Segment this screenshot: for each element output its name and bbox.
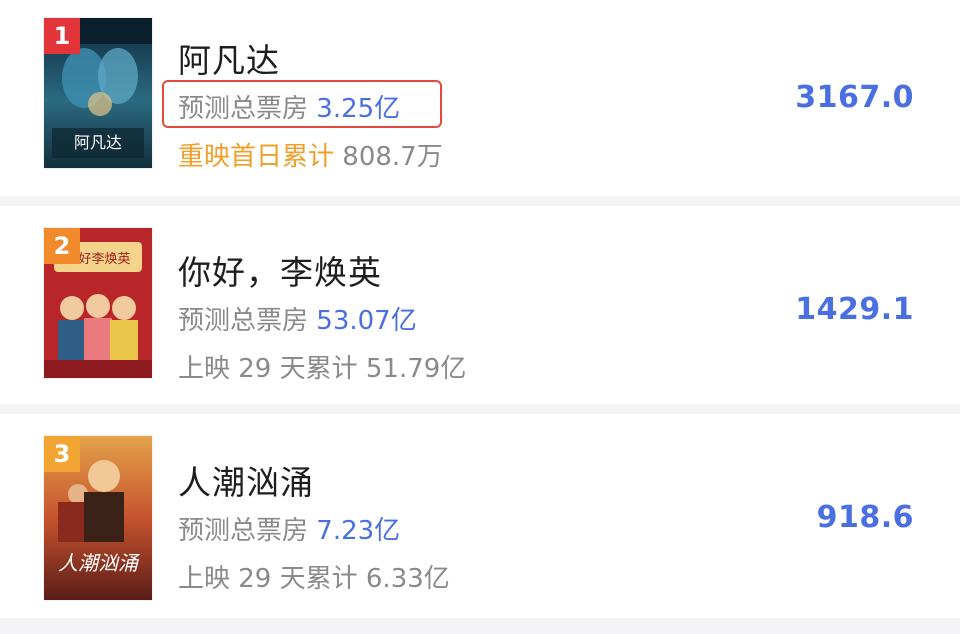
movie-poster[interactable]: 1 阿凡达: [44, 18, 152, 168]
box-office-list: 1 阿凡达 阿凡达 预测总票房 3.25亿 重映首日累计 808.7万 3167…: [0, 0, 960, 634]
rank-badge: 3: [44, 436, 80, 472]
forecast-box-office: 预测总票房 7.23亿: [178, 510, 400, 547]
forecast-value: 7.23亿: [316, 516, 401, 546]
cumulative-value: 51.79亿: [365, 354, 467, 384]
forecast-box-office: 预测总票房 53.07亿: [178, 300, 417, 337]
list-item[interactable]: 1 阿凡达 阿凡达 预测总票房 3.25亿 重映首日累计 808.7万 3167…: [0, 0, 960, 196]
movie-title[interactable]: 人潮汹涌: [178, 456, 314, 504]
cumulative-box-office: 上映 29 天累计 51.79亿: [178, 348, 466, 385]
forecast-label: 预测总票房: [178, 516, 309, 546]
forecast-label: 预测总票房: [178, 306, 309, 336]
rank-badge: 1: [44, 18, 80, 54]
cumulative-label: 上映 29 天累计: [178, 564, 358, 594]
forecast-value: 53.07亿: [316, 306, 417, 336]
score-value: 3167.0: [795, 80, 914, 115]
movie-poster[interactable]: 2 你好李焕英: [44, 228, 152, 378]
movie-title[interactable]: 阿凡达: [178, 34, 280, 82]
cumulative-value: 808.7万: [342, 142, 443, 172]
score-value: 918.6: [816, 500, 914, 535]
rank-badge: 2: [44, 228, 80, 264]
list-item[interactable]: 3 人潮汹涌 人潮汹涌 预测总票房 7.23亿 上映 29 天累计 6.33亿 …: [0, 414, 960, 618]
score-value: 1429.1: [795, 292, 914, 327]
svg-text:人潮汹涌: 人潮汹涌: [58, 551, 140, 575]
list-item[interactable]: 2 你好李焕英 你好，李焕英 预测总票房 53.07亿 上映 29 天累计 51…: [0, 206, 960, 404]
cumulative-box-office: 重映首日累计 808.7万: [178, 136, 443, 173]
cumulative-label: 上映 29 天累计: [178, 354, 358, 384]
cumulative-box-office: 上映 29 天累计 6.33亿: [178, 558, 450, 595]
svg-text:阿凡达: 阿凡达: [74, 133, 122, 152]
cumulative-label: 重映首日累计: [178, 142, 335, 172]
highlight-annotation: [162, 80, 442, 128]
movie-poster[interactable]: 3 人潮汹涌: [44, 436, 152, 600]
cumulative-value: 6.33亿: [365, 564, 450, 594]
movie-title[interactable]: 你好，李焕英: [178, 246, 382, 294]
